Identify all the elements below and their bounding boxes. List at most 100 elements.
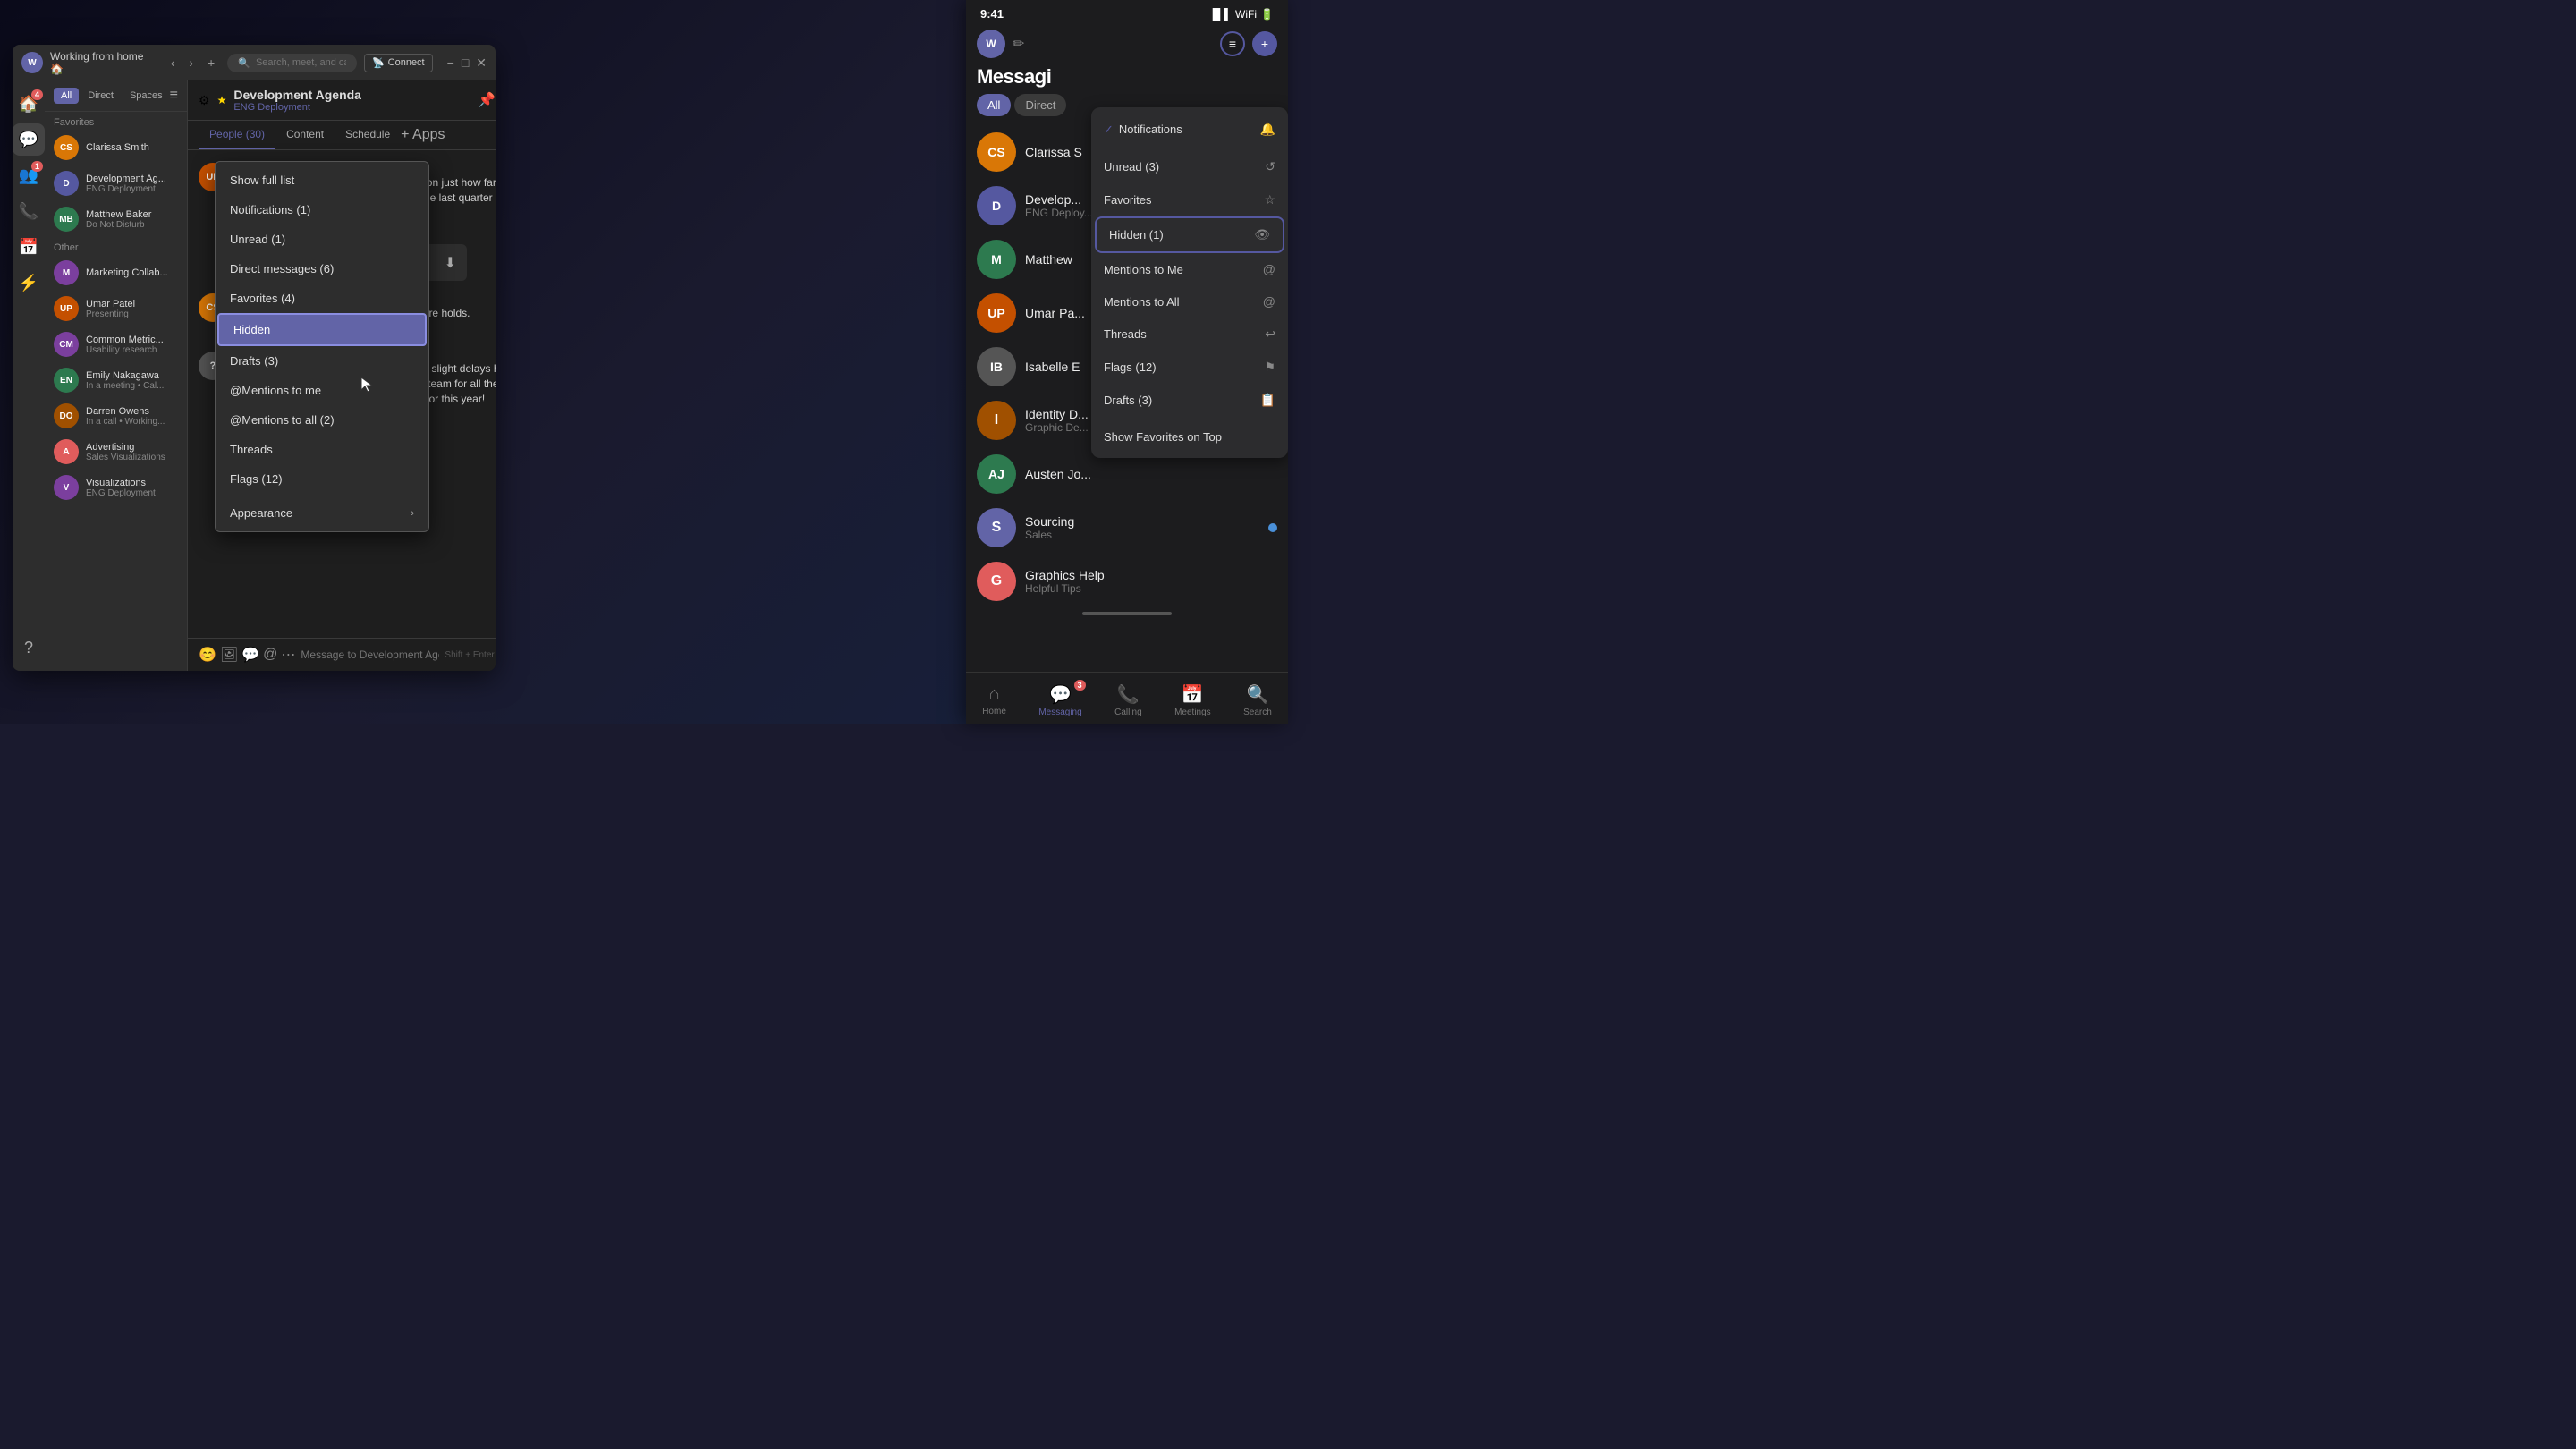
rail-icon-teams[interactable]: 👥 1 (13, 159, 45, 191)
sidebar-item-clarissa[interactable]: CS Clarissa Smith (45, 130, 187, 165)
pnd-flags[interactable]: Flags (12) ⚑ (1091, 351, 1288, 384)
search-icon: 🔍 (1246, 683, 1268, 706)
pnd-mentions-me[interactable]: Mentions to Me @ (1091, 253, 1288, 285)
sidebar-item-umar[interactable]: UP Umar Patel Presenting (45, 291, 187, 326)
activity-badge: 4 (31, 89, 43, 100)
phone-status-icons: ▐▌▌ WiFi 🔋 (1209, 8, 1274, 21)
marketing-avatar: M (54, 260, 79, 285)
pnd-flags-icon: ⚑ (1264, 360, 1275, 375)
channel-pin-button[interactable]: 📌 (478, 91, 496, 109)
phone-time: 9:41 (980, 7, 1004, 21)
sticker-button[interactable]: 💬 (242, 646, 259, 664)
phone-nav-calling[interactable]: 📞 Calling (1104, 680, 1153, 721)
minimize-button[interactable]: − (447, 55, 454, 71)
phone-tab-direct[interactable]: Direct (1014, 94, 1066, 116)
pnd-unread[interactable]: Unread (3) ↺ (1091, 150, 1288, 183)
pnd-show-favorites-top[interactable]: Show Favorites on Top (1091, 421, 1288, 453)
phone-nav-messaging[interactable]: 💬 3 Messaging (1028, 680, 1092, 721)
menu-direct-messages[interactable]: Direct messages (6) (216, 254, 428, 284)
menu-mentions-all[interactable]: @Mentions to all (2) (216, 405, 428, 435)
sidebar-item-visualizations[interactable]: V Visualizations ENG Deployment (45, 470, 187, 505)
sidebar-item-matthew[interactable]: MB Matthew Baker Do Not Disturb (45, 201, 187, 237)
home-icon: ⌂ (989, 684, 1000, 705)
message-tools: 😊 🖼 💬 @ ⋯ (199, 646, 295, 664)
forward-button[interactable]: › (183, 54, 199, 72)
pnd-mentions-all[interactable]: Mentions to All @ (1091, 285, 1288, 318)
phone-chat-sourcing-sub: Sales (1025, 529, 1259, 541)
threads-label: Threads (230, 443, 273, 456)
menu-notifications[interactable]: Notifications (1) (216, 195, 428, 225)
mention-button[interactable]: @ (263, 646, 277, 664)
sidebar-item-common[interactable]: CM Common Metric... Usability research (45, 326, 187, 362)
menu-favorites[interactable]: Favorites (4) (216, 284, 428, 313)
sidebar-item-darren[interactable]: DO Darren Owens In a call • Working... (45, 398, 187, 434)
phone-filter-icon[interactable]: ≡ (1220, 31, 1245, 56)
pnd-hidden[interactable]: Hidden (1) 👁 (1095, 216, 1284, 253)
context-dropdown: Show full list Notifications (1) Unread … (215, 161, 429, 532)
menu-appearance[interactable]: Appearance › (216, 498, 428, 528)
filter-tab-all[interactable]: All (54, 88, 79, 104)
window-controls: − □ ✕ (447, 55, 487, 71)
rail-icon-chat[interactable]: 💬 (13, 123, 45, 156)
phone-chat-sourcing[interactable]: S Sourcing Sales (966, 501, 1288, 555)
maximize-button[interactable]: □ (462, 55, 469, 71)
menu-threads[interactable]: Threads (216, 435, 428, 464)
clarissa-info: Clarissa Smith (86, 142, 178, 153)
close-button[interactable]: ✕ (476, 55, 487, 71)
tab-schedule[interactable]: Schedule (335, 121, 401, 149)
tab-content[interactable]: Content (275, 121, 335, 149)
search-input[interactable] (256, 57, 346, 68)
tab-apps[interactable]: + Apps (401, 127, 445, 143)
pnd-drafts[interactable]: Drafts (3) 📋 (1091, 384, 1288, 417)
menu-show-full-list[interactable]: Show full list (216, 165, 428, 195)
phone-nav-meetings[interactable]: 📅 Meetings (1164, 680, 1222, 721)
back-button[interactable]: ‹ (165, 54, 181, 72)
search-bar[interactable]: 🔍 (227, 54, 357, 72)
phone-nav-home[interactable]: ⌂ Home (971, 681, 1017, 720)
filter-tab-direct[interactable]: Direct (80, 88, 121, 104)
phone-edit-button[interactable]: ✏ (1013, 35, 1024, 53)
advertising-sub: Sales Visualizations (86, 453, 178, 462)
phone-chat-graphics[interactable]: G Graphics Help Helpful Tips (966, 555, 1288, 608)
sidebar-menu-button[interactable]: ≡ (170, 88, 178, 104)
emoji-button[interactable]: 😊 (199, 646, 216, 664)
pnd-favorites[interactable]: Favorites ☆ (1091, 183, 1288, 216)
rail-icon-calls[interactable]: 📞 (13, 195, 45, 227)
menu-hidden[interactable]: Hidden (217, 313, 427, 346)
title-bar: W Working from home 🏠 ‹ › + 🔍 📡 Connect … (13, 45, 496, 80)
pnd-favorites-icon: ☆ (1264, 192, 1275, 208)
more-tools-button[interactable]: ⋯ (281, 646, 295, 664)
phone-nav-search[interactable]: 🔍 Search (1233, 680, 1283, 721)
menu-unread[interactable]: Unread (1) (216, 225, 428, 254)
icon-rail: 🏠 4 💬 👥 1 📞 📅 ⚡ ? (13, 80, 45, 671)
channel-star-icon[interactable]: ★ (217, 94, 227, 106)
connect-button[interactable]: 📡 Connect (364, 54, 433, 72)
sidebar-item-marketing[interactable]: M Marketing Collab... (45, 255, 187, 291)
filter-tab-spaces[interactable]: Spaces (123, 88, 170, 104)
menu-mentions-me[interactable]: @Mentions to me (216, 376, 428, 405)
sidebar-item-emily[interactable]: EN Emily Nakagawa In a meeting • Cal... (45, 362, 187, 398)
sidebar-item-development[interactable]: D Development Ag... ENG Deployment (45, 165, 187, 201)
channel-settings-icon[interactable]: ⚙ (199, 93, 210, 108)
rail-icon-activity[interactable]: 🏠 4 (13, 88, 45, 120)
phone-user-avatar[interactable]: W (977, 30, 1005, 58)
rail-icon-apps[interactable]: ⚡ (13, 267, 45, 299)
sidebar-item-advertising[interactable]: A Advertising Sales Visualizations (45, 434, 187, 470)
phone-chat-sourcing-info: Sourcing Sales (1025, 514, 1259, 541)
phone-add-icon[interactable]: + (1252, 31, 1277, 56)
file-download-button[interactable]: ⬇ (445, 254, 456, 272)
mentions-all-label: @Mentions to all (2) (230, 413, 335, 427)
image-button[interactable]: 🖼 (220, 646, 238, 664)
new-tab-button[interactable]: + (202, 54, 220, 72)
menu-drafts[interactable]: Drafts (3) (216, 346, 428, 376)
sidebar-header: All Direct Spaces ≡ (45, 80, 187, 112)
pnd-threads[interactable]: Threads ↩ (1091, 318, 1288, 351)
pnd-drafts-icon: 📋 (1260, 393, 1275, 408)
darren-info: Darren Owens In a call • Working... (86, 406, 178, 427)
phone-tab-all[interactable]: All (977, 94, 1011, 116)
menu-flags[interactable]: Flags (12) (216, 464, 428, 494)
message-input[interactable] (301, 648, 439, 661)
rail-icon-help[interactable]: ? (13, 631, 45, 664)
rail-icon-calendar[interactable]: 📅 (13, 231, 45, 263)
tab-people[interactable]: People (30) (199, 121, 275, 149)
